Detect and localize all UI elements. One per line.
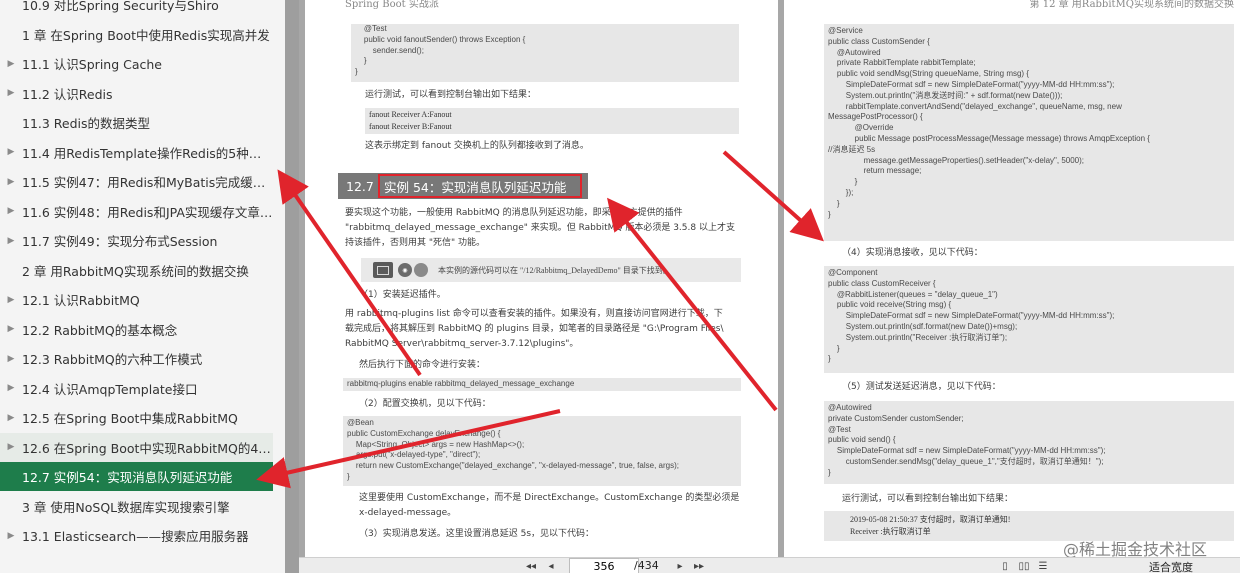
chevron-right-icon[interactable]: ▶ (0, 88, 22, 98)
paragraph: 运行测试，可以看到控制台输出如下结果： (365, 90, 537, 100)
chevron-right-icon[interactable]: ▶ (0, 295, 22, 305)
section-title: 实例 54：实现消息队列延迟功能 (378, 174, 582, 198)
computer-icon (373, 262, 393, 278)
toc-item[interactable]: ▶ 11.7 实例49：实现分布式Session (0, 226, 273, 255)
total-pages: /434 (634, 559, 659, 572)
toc-item-label: 11.3 Redis的数据类型 (22, 116, 151, 131)
toc-item[interactable]: ▶ 12.5 在Spring Boot中集成RabbitMQ (0, 403, 273, 432)
chevron-right-icon[interactable]: ▶ (0, 147, 22, 157)
toc-item[interactable]: ▶ 12.3 RabbitMQ的六种工作模式 (0, 344, 273, 373)
toc-item-label: 11.2 认识Redis (22, 86, 113, 102)
paragraph: 用 rabbitmq-plugins list 命令可以查看安装的插件。如果没有… (345, 309, 724, 349)
console-output: fanout Receiver A:Fanout fanout Receiver… (365, 108, 739, 134)
panel-splitter[interactable] (285, 0, 299, 573)
last-page-icon[interactable]: ▸▸ (692, 559, 706, 573)
code-block: @Bean public CustomExchange delayExchang… (343, 416, 741, 486)
toc-item-label: 1 章 在Spring Boot中使用Redis实现高并发 (22, 27, 270, 43)
toc-item-label: 11.5 实例47：用Redis和MyBatis完成缓存数... (22, 175, 273, 190)
step-label: （1）安装延迟插件。 (359, 290, 446, 300)
toc-item-label: 13.1 Elasticsearch——搜索应用服务器 (22, 529, 249, 544)
step-label: （4）实现消息接收，见以下代码： (842, 248, 983, 258)
paragraph: 运行测试，可以看到控制台输出如下结果： (842, 494, 1014, 504)
toc-item-label: 12.3 RabbitMQ的六种工作模式 (22, 352, 203, 367)
toc-item-label: 11.1 认识Spring Cache (22, 57, 162, 72)
toc-item-label: 10.9 对比Spring Security与Shiro (22, 0, 219, 13)
first-page-icon[interactable]: ◂◂ (524, 559, 538, 573)
chevron-right-icon[interactable]: ▶ (0, 177, 22, 187)
toc-item[interactable]: ▶ 11.4 用RedisTemplate操作Redis的5种数据... (0, 138, 273, 167)
two-page-view-icon[interactable]: ▯▯ (1017, 559, 1031, 573)
toc-item[interactable]: ▶ 13.1 Elasticsearch——搜索应用服务器 (0, 521, 273, 550)
sidebar-scroll-gutter (273, 0, 285, 573)
toc-item[interactable]: ▶ 12.6 在Spring Boot中实现RabbitMQ的4种... (0, 432, 273, 462)
toc-item[interactable]: 3 章 使用NoSQL数据库实现搜索引擎 (0, 492, 273, 521)
paragraph: 然后执行下面的命令进行安装： (359, 360, 486, 370)
code-block: @Autowired private CustomSender customSe… (824, 401, 1234, 484)
next-page-icon[interactable]: ▸ (674, 559, 686, 573)
chevron-right-icon[interactable]: ▶ (0, 442, 22, 452)
toc-item[interactable]: ▶ 12.1 认识RabbitMQ (0, 285, 273, 314)
toc-item[interactable]: 1 章 在Spring Boot中使用Redis实现高并发 (0, 20, 273, 49)
chevron-right-icon[interactable]: ▶ (0, 354, 22, 364)
toc-item[interactable]: ▶ 12.2 RabbitMQ的基本概念 (0, 315, 273, 344)
code-block: @Service public class CustomSender { @Au… (824, 24, 1234, 241)
continuous-view-icon[interactable]: ☰ (1037, 559, 1049, 573)
toc-item[interactable]: 10.9 对比Spring Security与Shiro (0, 0, 273, 19)
step-label: （2）配置交换机，见以下代码： (359, 399, 491, 409)
step-label: （3）实现消息发送。这里设置消息延迟 5s，见以下代码： (359, 529, 595, 539)
chevron-right-icon[interactable]: ▶ (0, 59, 22, 69)
toc-item[interactable]: 12.7 实例54：实现消息队列延迟功能 (0, 462, 273, 491)
command-line: rabbitmq-plugins enable rabbitmq_delayed… (343, 378, 741, 391)
chevron-right-icon[interactable]: ▶ (0, 531, 22, 541)
right-page: 第 12 章 用RabbitMQ实现系统间的数据交换 @Service publ… (784, 0, 1240, 557)
single-page-view-icon[interactable]: ▯ (999, 559, 1011, 573)
toc-item-label: 11.4 用RedisTemplate操作Redis的5种数据... (22, 145, 273, 161)
toc-item-label: 12.1 认识RabbitMQ (22, 293, 140, 308)
page-number-input[interactable] (569, 558, 639, 573)
chevron-right-icon[interactable]: ▶ (0, 206, 22, 216)
chevron-right-icon[interactable]: ▶ (0, 383, 22, 393)
note-text: 本实例的源代码可以在 "/12/Rabbitmq_DelayedDemo" 目录… (438, 265, 671, 275)
toc-item[interactable]: ▶ 11.6 实例48：用Redis和JPA实现缓存文章和... (0, 197, 273, 226)
toc-item-label: 2 章 用RabbitMQ实现系统间的数据交换 (22, 263, 249, 279)
toc-item[interactable]: 2 章 用RabbitMQ实现系统间的数据交换 (0, 256, 273, 285)
zoom-select[interactable]: 适合宽度 (1149, 559, 1193, 573)
toc-item[interactable]: ▶ 12.4 认识AmqpTemplate接口 (0, 374, 273, 403)
chevron-right-icon[interactable]: ▶ (0, 236, 22, 246)
toc-item-label: 12.6 在Spring Boot中实现RabbitMQ的4种... (22, 440, 273, 456)
toc-item-label: 12.2 RabbitMQ的基本概念 (22, 322, 178, 338)
toc-item-label: 11.7 实例49：实现分布式Session (22, 234, 218, 249)
section-number: 12.7 (346, 178, 374, 194)
toc-item-label: 12.5 在Spring Boot中集成RabbitMQ (22, 411, 238, 426)
toc-item-label: 11.6 实例48：用Redis和JPA实现缓存文章和... (22, 204, 273, 220)
toc-item-label: 12.7 实例54：实现消息队列延迟功能 (22, 470, 233, 485)
paragraph: 这表示绑定到 fanout 交换机上的队列都接收到了消息。 (365, 141, 589, 151)
paragraph: 这里要使用 CustomExchange，而不是 DirectExchange。… (359, 493, 740, 518)
toc-item[interactable]: 11.3 Redis的数据类型 (0, 108, 273, 137)
tip-badge-icon (414, 263, 428, 277)
chevron-right-icon[interactable]: ▶ (0, 324, 22, 334)
bottom-toolbar: ◂◂ ◂ /434 ▸ ▸▸ ▯ ▯▯ ☰ 适合宽度 (299, 557, 1240, 573)
toc-item-label: 3 章 使用NoSQL数据库实现搜索引擎 (22, 499, 230, 515)
step-label: （5）测试发送延迟消息，见以下代码： (842, 382, 1001, 392)
toc-item-label: 12.4 认识AmqpTemplate接口 (22, 381, 198, 397)
chevron-right-icon[interactable]: ▶ (0, 413, 22, 423)
running-head: Spring Boot 实战派 (345, 0, 439, 10)
left-page: Spring Boot 实战派 @Test public void fanout… (305, 0, 778, 557)
toc-item[interactable]: ▶ 11.1 认识Spring Cache (0, 49, 273, 78)
toc-item[interactable]: ▶ 11.2 认识Redis (0, 79, 273, 108)
prev-page-icon[interactable]: ◂ (545, 559, 557, 573)
code-block: @Test public void fanoutSender() throws … (351, 24, 739, 82)
toc-sidebar: 10.9 对比Spring Security与Shiro 1 章 在Spring … (0, 0, 285, 573)
section-heading: 12.7 实例 54：实现消息队列延迟功能 (338, 173, 588, 199)
paragraph: 要实现这个功能，一般使用 RabbitMQ 的消息队列延迟功能，即采用官方提供的… (345, 208, 735, 248)
source-note: ◉ 本实例的源代码可以在 "/12/Rabbitmq_DelayedDemo" … (361, 258, 741, 282)
code-block: @Component public class CustomReceiver {… (824, 266, 1234, 373)
tip-badge-icon: ◉ (398, 263, 412, 277)
running-head: 第 12 章 用RabbitMQ实现系统间的数据交换 (1029, 0, 1234, 10)
toc-item[interactable]: ▶ 11.5 实例47：用Redis和MyBatis完成缓存数... (0, 167, 273, 196)
